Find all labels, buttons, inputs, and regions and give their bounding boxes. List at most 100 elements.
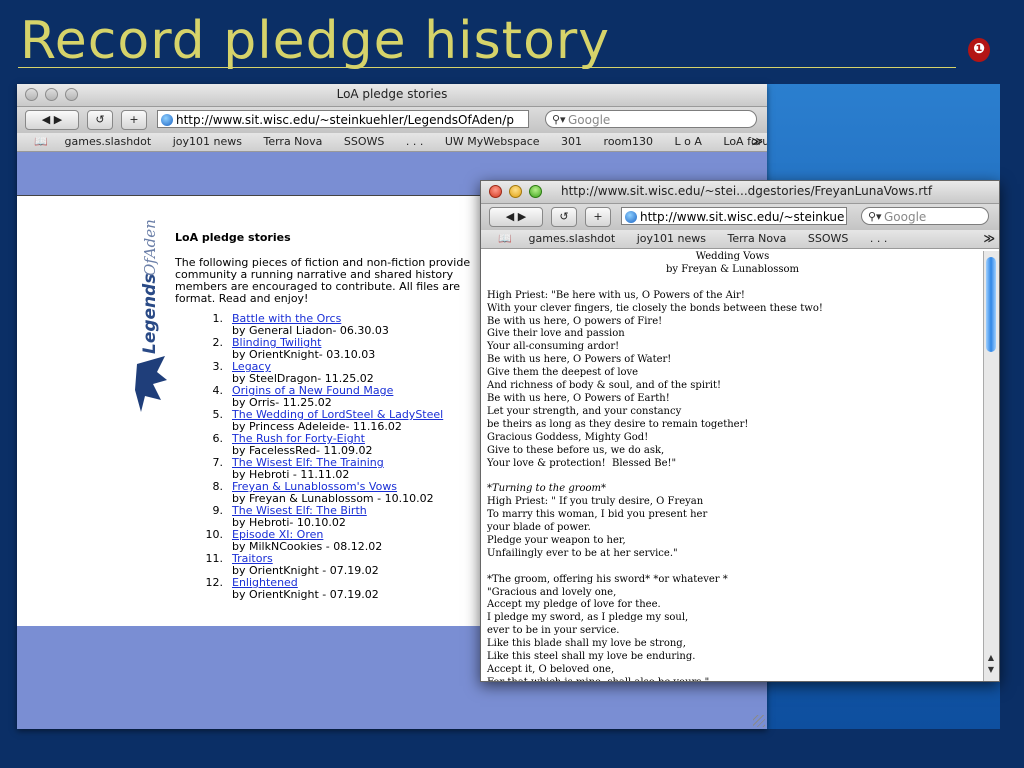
bookmark-item[interactable]: L o A xyxy=(675,133,702,151)
resize-handle[interactable] xyxy=(753,715,765,727)
bookmark-item[interactable]: SSOWS xyxy=(808,230,848,248)
close-button[interactable] xyxy=(489,185,502,198)
back-forward-button[interactable]: ◀ ▶ xyxy=(489,207,543,227)
story-item: 12. Enlightened by OrientKnight - 07.19.02 xyxy=(197,577,443,601)
story-item: 10. Episode XI: Oren by MilkNCookies - 08.… xyxy=(197,529,443,553)
book-icon[interactable]: 📖 xyxy=(497,230,513,248)
document-line: Pledge your weapon to her, xyxy=(487,534,626,546)
story-number: 3. xyxy=(212,360,224,373)
svg-text:Legends: Legends xyxy=(140,274,160,354)
zoom-button[interactable] xyxy=(529,185,542,198)
document-title: Wedding Vows xyxy=(695,251,770,262)
document-line: Like this blade shall my love be strong, xyxy=(487,638,686,650)
story-item: 11. Traitors by OrientKnight - 07.19.02 xyxy=(197,553,443,577)
bookmark-item[interactable]: . . . xyxy=(870,230,887,248)
back-arrow-icon[interactable]: ❶ xyxy=(968,38,990,62)
bookmark-item[interactable]: . . . xyxy=(406,133,423,151)
story-number: 6. xyxy=(212,432,224,445)
bookmarks-bar: 📖 games.slashdot joy101 news Terra Nova … xyxy=(17,133,767,152)
document-content: Wedding Vows by Freyan & Lunablossom Hig… xyxy=(481,251,984,681)
address-bar[interactable]: http://www.sit.wisc.edu/~steinkuehler/Le… xyxy=(157,110,529,128)
story-number: 2. xyxy=(212,336,224,349)
reload-button[interactable]: ↺ xyxy=(87,110,113,130)
document-line: *Turning to the groom* xyxy=(487,483,607,495)
document-line: Unfailingly ever to be at her service." xyxy=(487,547,678,559)
story-item: 1. Battle with the Orcs by General Liadon-… xyxy=(197,313,443,337)
story-number: 7. xyxy=(212,456,224,469)
window-titlebar[interactable]: http://www.sit.wisc.edu/~stei...dgestori… xyxy=(481,181,999,204)
document-line: Your all-consuming ardor! xyxy=(487,341,620,353)
bookmark-item[interactable]: games.slashdot xyxy=(65,133,152,151)
browser-toolbar: ◀ ▶ ↺ + http://www.sit.wisc.edu/~steinku… xyxy=(481,204,999,230)
document-line: For that which is mine, shall also be yo… xyxy=(487,677,984,681)
scroll-up-arrow-icon[interactable]: ▲ xyxy=(986,653,996,663)
document-line: be theirs as long as they desire to rema… xyxy=(487,418,749,430)
reload-button[interactable]: ↺ xyxy=(551,207,577,227)
search-placeholder: Google xyxy=(568,113,611,127)
page-heading: LoA pledge stories xyxy=(175,231,291,244)
scrollbar-thumb[interactable] xyxy=(986,257,996,352)
document-line: Accept my pledge of love for thee. xyxy=(487,599,661,611)
slide-title: Record pledge history xyxy=(20,11,611,71)
add-bookmark-button[interactable]: + xyxy=(121,110,147,130)
story-item: 2. Blinding Twilight by OrientKnight- 03.1… xyxy=(197,337,443,361)
story-item: 8. Freyan & Lunablossom's Vows by Freyan &… xyxy=(197,481,443,505)
bookmark-item[interactable]: Terra Nova xyxy=(263,133,322,151)
bookmarks-bar: 📖 games.slashdot joy101 news Terra Nova … xyxy=(481,230,999,249)
search-input[interactable]: ⚲▾ Google xyxy=(545,110,757,128)
document-line: Be with us here, O powers of Fire! xyxy=(487,315,663,327)
story-item: 5. The Wedding of LordSteel & LadySteel by… xyxy=(197,408,444,433)
add-bookmark-button[interactable]: + xyxy=(585,207,611,227)
search-input[interactable]: ⚲▾ Google xyxy=(861,207,989,225)
bookmark-item[interactable]: 301 xyxy=(561,133,582,151)
document-line: High Priest: "Be here with us, O Powers … xyxy=(487,289,745,301)
story-number: 12. xyxy=(205,576,224,589)
bookmark-item[interactable]: games.slashdot xyxy=(529,230,616,248)
minimize-button[interactable] xyxy=(509,185,522,198)
document-line: Be with us here, O Powers of Water! xyxy=(487,354,672,366)
story-item: 9. The Wisest Elf: The Birth by Hebroti- 1… xyxy=(197,505,443,529)
document-line: Accept it, O beloved one, xyxy=(487,664,615,675)
search-icon: ⚲▾ xyxy=(868,210,882,223)
address-url: http://www.sit.wisc.edu/~steinkue xyxy=(640,210,845,224)
document-line: Give to these before us, we do ask, xyxy=(487,444,665,456)
bookmark-item[interactable]: Terra Nova xyxy=(727,230,786,248)
story-number: 4. xyxy=(212,384,224,397)
page-intro: The following pieces of fiction and non-… xyxy=(175,256,471,305)
vertical-scrollbar[interactable]: ▲ ▼ xyxy=(983,251,999,681)
document-line: Let your strength, and your constancy xyxy=(487,405,682,417)
browser-toolbar: ◀ ▶ ↺ + http://www.sit.wisc.edu/~steinku… xyxy=(17,107,767,133)
bookmark-item[interactable]: room130 xyxy=(604,133,653,151)
bookmark-item[interactable]: UW MyWebspace xyxy=(445,133,540,151)
book-icon[interactable]: 📖 xyxy=(33,133,49,151)
title-divider xyxy=(18,67,956,68)
window-titlebar[interactable]: LoA pledge stories xyxy=(17,84,767,107)
back-forward-button[interactable]: ◀ ▶ xyxy=(25,110,79,130)
document-line: Like this steel shall my love be endurin… xyxy=(487,651,696,663)
bookmark-item[interactable]: SSOWS xyxy=(344,133,384,151)
scroll-down-arrow-icon[interactable]: ▼ xyxy=(986,665,996,675)
document-line: I pledge my sword, as I pledge my soul, xyxy=(487,612,689,624)
svg-text:OfAden: OfAden xyxy=(141,219,159,276)
document-line: With your clever fingers, tie closely th… xyxy=(487,302,823,314)
document-line: Give them the deepest of love xyxy=(487,367,639,379)
bookmarks-overflow-icon[interactable]: ≫ xyxy=(751,133,763,151)
search-placeholder: Google xyxy=(884,210,927,224)
bookmark-item[interactable]: joy101 news xyxy=(637,230,706,248)
document-line: Give their love and passion xyxy=(487,328,625,340)
document-line: And richness of body & soul, and of the … xyxy=(487,380,722,392)
document-line: High Priest: " If you truly desire, O Fr… xyxy=(487,496,704,508)
story-number: 8. xyxy=(212,480,224,493)
browser-window-wedding-vows: http://www.sit.wisc.edu/~stei...dgestori… xyxy=(480,180,1000,682)
bookmark-item[interactable]: joy101 news xyxy=(173,133,242,151)
story-number: 1. xyxy=(212,312,224,325)
address-bar[interactable]: http://www.sit.wisc.edu/~steinkue xyxy=(621,207,847,225)
document-line: *The groom, offering his sword* *or what… xyxy=(487,573,728,585)
bookmarks-overflow-icon[interactable]: ≫ xyxy=(983,230,995,248)
globe-icon xyxy=(625,211,637,223)
story-item: 4. Origins of a New Found Mage by Orris- 1… xyxy=(197,385,443,409)
story-list: 1. Battle with the Orcs by General Liadon-… xyxy=(197,313,444,601)
story-number: 5. xyxy=(212,408,224,421)
